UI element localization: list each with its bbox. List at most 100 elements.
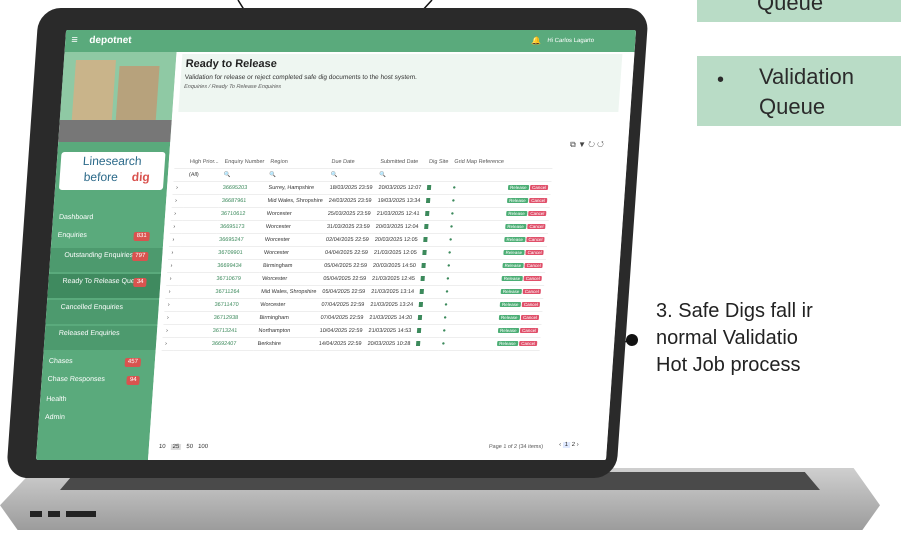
dig-site-icon[interactable] (422, 194, 450, 208)
enquiry-number-link[interactable]: 36692407 (208, 337, 256, 351)
priority-checkbox[interactable] (180, 246, 216, 260)
expand-icon[interactable]: › (171, 194, 185, 208)
sidebar-item-dashboard[interactable]: Dashboard (52, 210, 165, 226)
col-enquiry-number[interactable]: Enquiry Number (221, 156, 268, 169)
release-button[interactable]: Release (501, 276, 523, 281)
filter-region[interactable]: 🔍 (265, 168, 328, 182)
priority-checkbox[interactable] (183, 194, 220, 208)
grid-map-icon[interactable]: ● (440, 298, 498, 312)
dig-site-icon[interactable] (417, 272, 444, 286)
enquiry-number-link[interactable]: 36695247 (215, 233, 263, 247)
table-row[interactable]: › 36711470 Worcester 07/04/2025 22:59 21/03/… (164, 298, 544, 312)
priority-checkbox[interactable] (180, 233, 217, 247)
col-high-priority[interactable]: High Prior... (186, 156, 222, 169)
expand-icon[interactable]: › (165, 285, 179, 299)
priority-checkbox[interactable] (178, 272, 214, 286)
expand-icon[interactable]: › (169, 220, 183, 234)
filter-submitted[interactable]: 🔍 (375, 168, 426, 182)
cancel-button[interactable]: Cancel (529, 185, 549, 190)
release-button[interactable]: Release (497, 328, 519, 333)
sidebar-item-chase-responses[interactable]: Chase Responses 94 (41, 372, 154, 388)
release-button[interactable]: Release (499, 302, 521, 307)
dig-site-icon[interactable] (415, 298, 442, 312)
grid-map-icon[interactable]: ● (445, 233, 502, 247)
cancel-button[interactable]: Cancel (527, 224, 546, 229)
enquiry-number-link[interactable]: 36695203 (219, 181, 266, 195)
col-region[interactable]: Region (266, 156, 329, 169)
priority-checkbox[interactable] (179, 259, 215, 273)
grid-map-icon[interactable]: ● (438, 337, 495, 351)
grid-map-icon[interactable]: ● (442, 272, 500, 286)
dig-site-icon[interactable] (412, 337, 440, 351)
enquiry-number-link[interactable]: 36699434 (213, 259, 261, 273)
enquiry-number-link[interactable]: 36712938 (210, 311, 257, 325)
cancel-button[interactable]: Cancel (525, 250, 544, 255)
release-button[interactable]: Release (507, 198, 528, 203)
col-dig-site[interactable]: Dig Site (425, 156, 452, 169)
table-row[interactable]: › 36695173 Worcester 31/03/2025 23:59 20/03/… (169, 220, 549, 234)
enquiry-number-link[interactable]: 36710679 (212, 272, 260, 286)
menu-icon[interactable]: ≡ (71, 34, 78, 46)
release-button[interactable]: Release (506, 211, 527, 216)
expand-icon[interactable]: › (161, 337, 175, 351)
cancel-button[interactable]: Cancel (522, 289, 542, 294)
cancel-button[interactable]: Cancel (523, 276, 542, 281)
col-submitted-date[interactable]: Submitted Date (376, 156, 427, 169)
enquiry-number-link[interactable]: 36710612 (217, 207, 265, 221)
user-greeting[interactable]: Hi Carlos Lagarto (547, 38, 594, 44)
dig-site-icon[interactable] (414, 311, 441, 325)
expand-icon[interactable]: › (172, 181, 186, 195)
table-row[interactable]: › 36709901 Worcester 04/04/2025 22:59 21/03/… (168, 246, 548, 260)
dig-site-icon[interactable] (420, 233, 447, 247)
table-row[interactable]: › 36695203 Surrey, Hampshire 18/03/2025 23:… (172, 181, 552, 195)
release-button[interactable]: Release (503, 250, 525, 255)
table-row[interactable]: › 36711264 Mid Wales, Shropshire 05/04/2025… (165, 285, 545, 299)
col-due-date[interactable]: Due Date (327, 156, 378, 169)
table-row[interactable]: › 36695247 Worcester 02/04/2025 22:59 20/03/… (168, 233, 548, 247)
release-button[interactable]: Release (504, 237, 526, 242)
sidebar-item-cancelled[interactable]: Cancelled Enquiries (45, 300, 160, 324)
dig-site-icon[interactable] (413, 324, 441, 338)
table-row[interactable]: › 36713241 Northampton 10/04/2025 22:59 21/0… (162, 324, 542, 338)
enquiry-number-link[interactable]: 36711470 (211, 298, 258, 312)
expand-icon[interactable]: › (163, 311, 177, 325)
table-row[interactable]: › 36699434 Birmingham 05/04/2025 22:59 20/03… (167, 259, 547, 273)
expand-icon[interactable]: › (167, 259, 181, 273)
priority-checkbox[interactable] (173, 337, 210, 351)
sidebar-item-chases[interactable]: Chases 457 (42, 354, 155, 370)
sidebar-item-health[interactable]: Health (40, 392, 153, 408)
expand-icon[interactable]: › (166, 272, 180, 286)
expand-icon[interactable]: › (168, 233, 182, 247)
grid-map-icon[interactable]: ● (449, 181, 506, 195)
sidebar-item-enquiries[interactable]: Enquiries 831 (51, 228, 164, 244)
table-row[interactable]: › 36692407 Berkshire 14/04/2025 22:59 20/03/… (161, 337, 541, 351)
table-row[interactable]: › 36710612 Worcester 25/03/2025 23:59 21/03/… (170, 207, 550, 221)
table-row[interactable]: › 36710679 Worcester 05/04/2025 22:59 21/03/… (166, 272, 546, 286)
release-button[interactable]: Release (498, 315, 520, 320)
sidebar-item-ready-to-release[interactable]: Ready To Release Queue 34 (47, 274, 162, 298)
grid-map-icon[interactable]: ● (448, 194, 505, 208)
cancel-button[interactable]: Cancel (520, 315, 540, 320)
release-button[interactable]: Release (505, 224, 527, 229)
sidebar-item-outstanding[interactable]: Outstanding Enquiries 797 (49, 248, 163, 272)
cancel-button[interactable]: Cancel (529, 198, 548, 203)
release-button[interactable]: Release (502, 263, 524, 268)
priority-checkbox[interactable] (181, 220, 218, 234)
enquiry-number-link[interactable]: 36687961 (218, 194, 266, 208)
cancel-button[interactable]: Cancel (524, 263, 543, 268)
grid-map-icon[interactable]: ● (441, 285, 499, 299)
cancel-button[interactable]: Cancel (519, 328, 539, 333)
dig-site-icon[interactable] (421, 220, 448, 234)
breadcrumb[interactable]: Enquiries / Ready To Release Enquiries (184, 84, 281, 90)
enquiry-number-link[interactable]: 36713241 (209, 324, 256, 338)
enquiry-number-link[interactable]: 36709901 (214, 246, 262, 260)
priority-checkbox[interactable] (184, 181, 221, 195)
cancel-button[interactable]: Cancel (521, 302, 541, 307)
enquiry-number-link[interactable]: 36711264 (212, 285, 259, 299)
cancel-button[interactable]: Cancel (528, 211, 547, 216)
dig-site-icon[interactable] (419, 246, 446, 260)
bell-icon[interactable]: 🔔 (531, 36, 542, 45)
release-button[interactable]: Release (507, 185, 529, 190)
dig-site-icon[interactable] (422, 207, 449, 221)
cancel-button[interactable]: Cancel (526, 237, 545, 242)
